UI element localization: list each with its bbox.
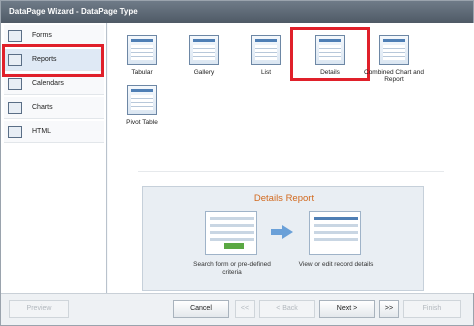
arrow-right-icon [271,225,293,239]
tabular-icon [127,35,157,65]
search-caption: Search form or pre-defined criteria [193,261,271,276]
calendar-icon [8,77,22,90]
form-icon [8,29,22,42]
next-button[interactable]: Next > [319,300,375,318]
sidebar-item-html[interactable]: HTML [4,121,104,143]
details-highlight-box [290,27,370,81]
chart-icon [8,101,22,114]
sidebar-item-label: Charts [32,104,53,111]
first-button[interactable]: << [235,300,255,318]
type-tile-list[interactable]: List [240,29,292,89]
back-button[interactable]: < Back [259,300,315,318]
search-form-illustration [205,211,257,255]
sidebar-item-label: Forms [32,32,52,39]
divider [138,171,444,172]
type-tile-pivot[interactable]: Pivot Table [116,79,168,139]
type-tile-gallery[interactable]: Gallery [178,29,230,89]
type-label: List [260,69,272,76]
cancel-button[interactable]: Cancel [173,300,229,318]
sidebar: Forms Reports Calendars Charts HTML [1,23,107,293]
sidebar-item-charts[interactable]: Charts [4,97,104,119]
list-icon [251,35,281,65]
record-details-illustration [309,211,361,255]
html-icon [8,125,22,138]
details-report-preview: Details Report Search form or pre-define… [142,186,424,291]
window-title: DataPage Wizard - DataPage Type [1,1,473,23]
wizard-window: DataPage Wizard - DataPage Type Forms Re… [0,0,474,326]
type-label: Pivot Table [126,119,158,126]
last-button[interactable]: >> [379,300,399,318]
preview-title: Details Report [253,193,315,204]
preview-button[interactable]: Preview [9,300,69,318]
type-label: Combined Chart and Report [364,69,424,83]
pivot-table-icon [127,85,157,115]
reports-highlight-box [2,44,104,77]
view-caption: View or edit record details [298,261,374,268]
finish-button[interactable]: Finish [403,300,461,318]
type-tile-combined[interactable]: Combined Chart and Report [364,29,424,89]
sidebar-item-label: HTML [32,128,52,135]
combined-chart-report-icon [379,35,409,65]
sidebar-item-label: Calendars [32,80,64,87]
gallery-icon [189,35,219,65]
type-label: Gallery [193,69,215,76]
type-label: Tabular [131,69,153,76]
main-panel: Tabular Gallery List Details Combined Ch… [108,23,474,293]
footer: Preview Cancel << < Back Next > >> Finis… [1,293,473,325]
